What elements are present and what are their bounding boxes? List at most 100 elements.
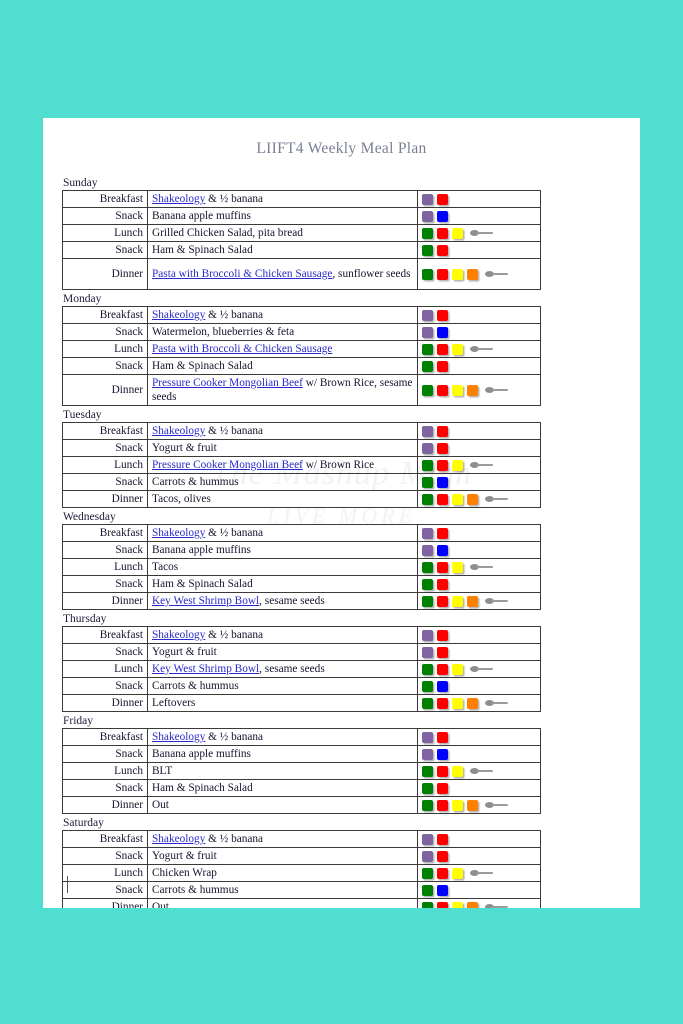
- table-row: Dinner Out: [62, 898, 541, 908]
- day-block: Friday Breakfast Shakeology & ½ banana Snac…: [62, 714, 562, 814]
- table-row: Lunch Pressure Cooker Mongolian Beef w/ B…: [62, 456, 541, 474]
- recipe-link[interactable]: Shakeology: [152, 833, 205, 845]
- container-cell: [417, 592, 541, 610]
- meal-description: Shakeology & ½ banana: [147, 306, 418, 324]
- teaspoon-handle: [492, 701, 508, 704]
- meal-description-text: Tacos, olives: [152, 492, 211, 505]
- meal-label: Dinner: [62, 694, 148, 712]
- day-meal-table: Breakfast Shakeology & ½ banana Snack Yogur…: [62, 830, 541, 908]
- container-cell: [417, 207, 541, 225]
- container-cell: [417, 340, 541, 358]
- table-row: Snack Watermelon, blueberries & feta: [62, 323, 541, 341]
- meal-description-text: Out: [152, 900, 169, 908]
- meal-description: Ham & Spinach Salad: [147, 779, 418, 797]
- recipe-link[interactable]: Pasta with Broccoli & Chicken Sausage: [152, 268, 332, 280]
- red-container: [437, 343, 448, 355]
- recipe-link[interactable]: Shakeology: [152, 731, 205, 743]
- meal-description: Watermelon, blueberries & feta: [147, 323, 418, 341]
- table-row: Lunch BLT: [62, 762, 541, 780]
- container-list: [422, 440, 536, 456]
- recipe-link[interactable]: Key West Shrimp Bowl: [152, 663, 259, 675]
- meal-label: Dinner: [62, 898, 148, 908]
- orange-container: [467, 901, 478, 908]
- day-block: Sunday Breakfast Shakeology & ½ banana Snac…: [62, 176, 562, 290]
- day-heading: Tuesday: [63, 409, 102, 421]
- meal-label: Snack: [62, 541, 148, 559]
- meal-label: Snack: [62, 779, 148, 797]
- recipe-link[interactable]: Shakeology: [152, 193, 205, 205]
- red-container: [437, 867, 448, 879]
- green-container: [422, 765, 433, 777]
- container-cell: [417, 898, 541, 908]
- meal-label: Lunch: [62, 340, 148, 358]
- red-container: [437, 360, 448, 372]
- day-heading: Monday: [63, 293, 102, 305]
- meal-description-text: Yogurt & fruit: [152, 441, 217, 454]
- table-row: Snack Carrots & hummus: [62, 473, 541, 491]
- orange-container: [467, 493, 478, 505]
- teaspoon-icon: [485, 801, 509, 810]
- recipe-link[interactable]: Pressure Cooker Mongolian Beef: [152, 459, 303, 471]
- blue-container: [437, 476, 448, 488]
- red-container: [437, 833, 448, 845]
- meal-description-text: & ½ banana: [205, 424, 264, 437]
- orange-container: [467, 268, 478, 280]
- container-list: [422, 882, 536, 898]
- container-list: [422, 382, 536, 398]
- teaspoon-icon: [485, 386, 509, 395]
- table-row: Snack Ham & Spinach Salad: [62, 575, 541, 593]
- meal-label: Lunch: [62, 660, 148, 678]
- meal-label: Snack: [62, 473, 148, 491]
- purple-container: [422, 629, 433, 641]
- meal-description: Pasta with Broccoli & Chicken Sausage, s…: [147, 258, 418, 290]
- red-container: [437, 646, 448, 658]
- meal-description-text: Banana apple muffins: [152, 543, 251, 556]
- purple-container: [422, 210, 433, 222]
- red-container: [437, 697, 448, 709]
- meal-description: Carrots & hummus: [147, 677, 418, 695]
- meal-label: Dinner: [62, 374, 148, 406]
- container-list: [422, 324, 536, 340]
- container-list: [422, 644, 536, 660]
- recipe-link[interactable]: Pressure Cooker Mongolian Beef: [152, 377, 303, 389]
- teaspoon-icon: [470, 229, 494, 238]
- meal-label: Snack: [62, 207, 148, 225]
- container-cell: [417, 694, 541, 712]
- purple-container: [422, 833, 433, 845]
- container-cell: [417, 881, 541, 899]
- table-row: Breakfast Shakeology & ½ banana: [62, 306, 541, 324]
- meal-label: Snack: [62, 643, 148, 661]
- meal-label: Dinner: [62, 490, 148, 508]
- green-container: [422, 901, 433, 908]
- red-container: [437, 244, 448, 256]
- yellow-container: [452, 227, 463, 239]
- container-cell: [417, 541, 541, 559]
- recipe-link[interactable]: Shakeology: [152, 527, 205, 539]
- recipe-link[interactable]: Pasta with Broccoli & Chicken Sausage: [152, 343, 332, 355]
- container-cell: [417, 847, 541, 865]
- document-page: The Mashup Mom LIVE MORE LIIFT4 Weekly M…: [43, 118, 640, 908]
- container-cell: [417, 660, 541, 678]
- teaspoon-handle: [492, 905, 508, 908]
- container-cell: [417, 490, 541, 508]
- recipe-link[interactable]: Shakeology: [152, 309, 205, 321]
- recipe-link[interactable]: Shakeology: [152, 425, 205, 437]
- container-list: [422, 423, 536, 439]
- recipe-link[interactable]: Key West Shrimp Bowl: [152, 595, 259, 607]
- table-row: Snack Ham & Spinach Salad: [62, 357, 541, 375]
- container-cell: [417, 779, 541, 797]
- container-cell: [417, 374, 541, 406]
- container-list: [422, 865, 536, 881]
- red-container: [437, 578, 448, 590]
- meal-description: Pasta with Broccoli & Chicken Sausage: [147, 340, 418, 358]
- meal-label: Breakfast: [62, 524, 148, 542]
- table-row: Snack Yogurt & fruit: [62, 439, 541, 457]
- meal-description-text: Grilled Chicken Salad, pita bread: [152, 226, 303, 239]
- red-container: [437, 527, 448, 539]
- recipe-link[interactable]: Shakeology: [152, 629, 205, 641]
- teaspoon-handle: [492, 803, 508, 806]
- meal-label: Dinner: [62, 592, 148, 610]
- container-cell: [417, 762, 541, 780]
- teaspoon-icon: [485, 270, 509, 279]
- meal-description: Shakeology & ½ banana: [147, 728, 418, 746]
